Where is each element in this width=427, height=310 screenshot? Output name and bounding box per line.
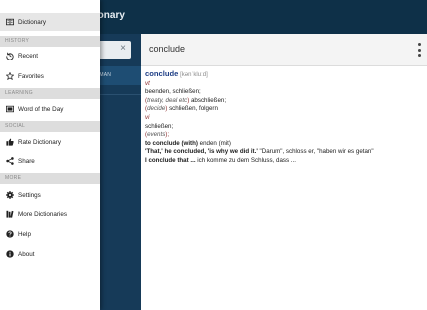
translation-line: (decide) schließen, folgern [145,105,218,113]
example-translation: ich komme zu dem Schluss, dass ... [195,156,296,164]
drawer-item-label: Share [18,157,35,165]
dictionary-icon [6,18,14,26]
phrase: to conclude (with) [145,139,198,147]
drawer-item-label: Recent [18,52,38,60]
phrase-line: to conclude (with) enden (mit) [145,140,423,149]
dictionary-entry: conclude [kənˈkluːd] vt beenden, schließ… [145,69,423,166]
section-header-more: MORE [0,173,100,184]
drawer-item-label: Dictionary [18,18,46,26]
part-of-speech: vt [145,79,150,87]
entry-headword-line: conclude [kənˈkluːd] [145,69,423,80]
search-bar[interactable]: conclude [141,34,427,66]
gear-icon [6,191,14,199]
navigation-drawer: Dictionary HISTORY Recent Favorites LEAR… [0,0,100,310]
example: 'That,' he concluded, 'is why we did it.… [145,148,258,156]
drawer-item-help[interactable]: Help [0,225,100,243]
phrase-translation: enden (mit) [197,139,231,147]
overflow-menu-icon[interactable] [417,43,421,57]
drawer-item-recent[interactable]: Recent [0,47,100,65]
help-icon [6,230,14,238]
search-input[interactable]: conclude [149,44,185,54]
example-line: 'That,' he concluded, 'is why we did it.… [145,148,423,157]
drawer-item-label: Help [18,230,31,238]
drawer-item-word-of-the-day[interactable]: Word of the Day [0,100,100,118]
translation: schließen, folgern [167,105,218,113]
recent-icon [6,52,14,60]
example: I conclude that ... [145,156,196,164]
translation: beenden, schließen; [145,88,201,96]
pronunciation: [kənˈkluːd] [180,72,208,78]
thumbs-up-icon [6,138,14,146]
section-header-learning: LEARNING [0,88,100,99]
section-header-social: SOCIAL [0,121,100,132]
drawer-item-share[interactable]: Share [0,152,100,170]
headword: conclude [145,69,179,78]
example-translation: "Darum", schloss er, "haben wir es getan… [257,148,374,156]
drawer-item-label: Word of the Day [18,105,64,113]
translation: schließen; [145,122,174,130]
context-note: events [147,131,166,139]
context-note: treaty, deal etc [147,96,188,104]
drawer-item-label: Rate Dictionary [18,138,62,146]
drawer-item-favorites[interactable]: Favorites [0,67,100,85]
drawer-item-dictionary[interactable]: Dictionary [0,13,100,31]
books-icon [6,210,14,218]
drawer-item-label: About [18,250,35,258]
drawer-item-label: Settings [18,191,41,199]
translation: abschließen; [189,96,227,104]
part-of-speech: vi [145,113,150,121]
drawer-item-label: More Dictionaries [18,210,67,218]
clear-icon[interactable]: × [120,43,126,54]
entry-pane: conclude conclude [kənˈkluːd] vt beenden… [141,34,427,310]
star-icon [6,72,14,80]
info-icon [6,250,14,258]
drawer-item-label: Favorites [18,72,44,80]
drawer-item-rate-dictionary[interactable]: Rate Dictionary [0,133,100,151]
section-header-history: HISTORY [0,36,100,47]
translation-line: (treaty, deal etc) abschließen; [145,96,227,104]
share-icon [6,157,14,165]
example-line: I conclude that ... ich komme zu dem Sch… [145,157,423,166]
word-of-day-icon [6,105,14,113]
translation-line: (events); [145,131,170,139]
drawer-item-more-dictionaries[interactable]: More Dictionaries [0,205,100,223]
context-note: decide [147,105,166,113]
drawer-item-about[interactable]: About [0,245,100,263]
drawer-item-settings[interactable]: Settings [0,186,100,204]
